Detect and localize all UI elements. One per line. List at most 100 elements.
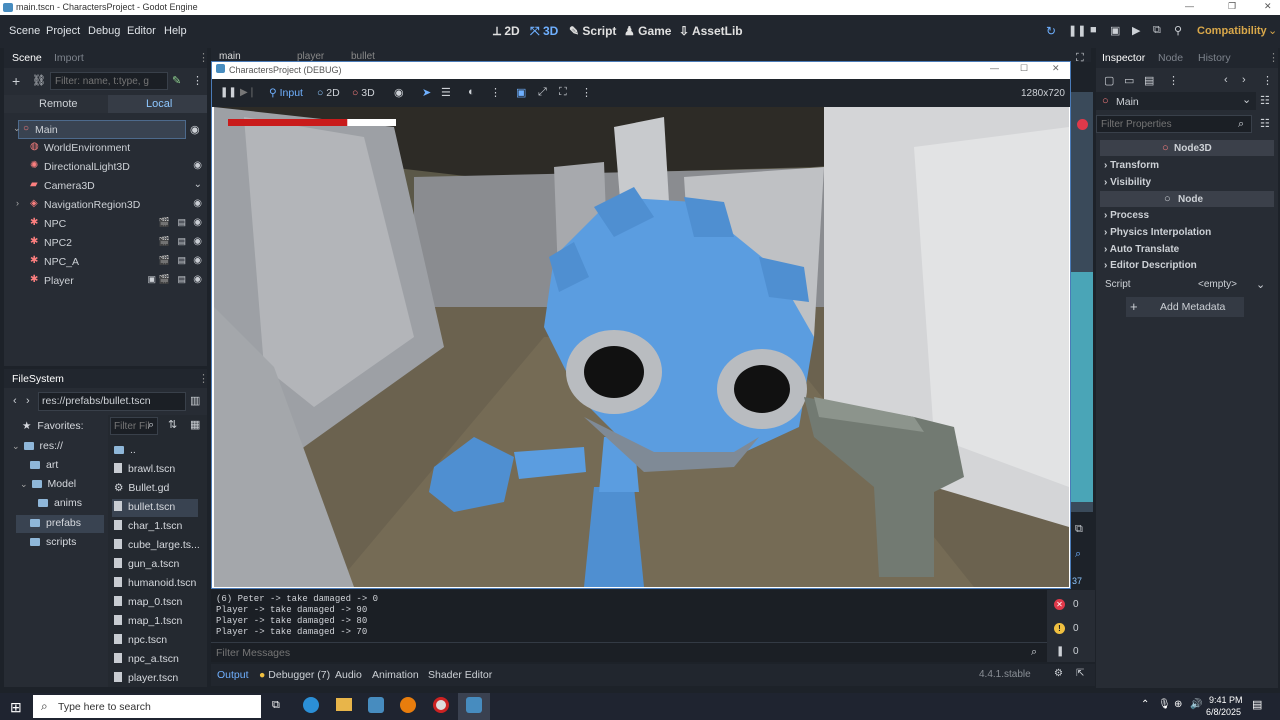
selected-node-name[interactable]: Main <box>1116 96 1139 108</box>
chevron-down-icon[interactable]: ⌄ <box>1242 93 1251 106</box>
section-visibility[interactable]: › Visibility <box>1104 177 1151 188</box>
message-icon[interactable]: ❚ <box>1056 646 1064 657</box>
split-view-icon[interactable]: ▥ <box>190 394 200 407</box>
group-icon[interactable]: ▣ <box>147 274 156 285</box>
play-scene-icon[interactable]: ▶ <box>1132 24 1140 37</box>
add-node-icon[interactable]: + <box>12 73 20 89</box>
minimize-icon[interactable]: — <box>1185 1 1194 11</box>
taskbar-search-box[interactable]: ⌕ Type here to search <box>33 695 261 718</box>
eye-icon[interactable]: ◉ <box>193 236 202 247</box>
save-icon[interactable]: ▤ <box>1144 74 1154 87</box>
file-item[interactable]: humanoid.tscn <box>114 577 196 596</box>
tree-item-player[interactable]: ✱ Player ▣ 🎬 ▤ ◉ <box>12 272 208 291</box>
reload-icon[interactable]: ↻ <box>1046 24 1056 38</box>
script-icon[interactable]: ▤ <box>177 274 186 285</box>
script-attach-icon[interactable]: ✎ <box>172 74 181 87</box>
renderer-select[interactable]: Compatibility <box>1197 25 1267 37</box>
folder-scripts[interactable]: scripts <box>30 536 76 555</box>
play-custom-icon[interactable]: ⧉ <box>1153 24 1161 37</box>
kebab-icon[interactable]: ⋮ <box>1168 74 1179 87</box>
menu-debug[interactable]: Debug <box>88 25 120 37</box>
mode-3d-button[interactable]: ○ 3D <box>352 87 375 99</box>
eye-icon[interactable]: ◉ <box>193 198 202 209</box>
search-icon[interactable]: ⌕ <box>1075 548 1081 561</box>
folder-prefabs[interactable]: prefabs <box>30 517 81 536</box>
script-value[interactable]: <empty> <box>1198 279 1237 290</box>
workspace-script-button[interactable]: ✎ Script <box>569 24 616 38</box>
script-icon[interactable]: ▤ <box>177 255 186 266</box>
sort-icon[interactable]: ⇅ <box>168 418 177 431</box>
tree-item-worldenvironment[interactable]: ◍ WorldEnvironment <box>12 139 208 158</box>
kebab-icon[interactable]: ⋮ <box>581 86 592 99</box>
tree-item-directionallight3d[interactable]: ✺ DirectionalLight3D ◉ <box>12 158 208 177</box>
open-icon[interactable]: ▭ <box>1124 74 1134 87</box>
game-viewport[interactable] <box>214 107 1069 587</box>
chevron-down-icon[interactable]: ⌄ <box>1256 278 1265 291</box>
file-item-parent[interactable]: .. <box>114 444 136 463</box>
clock-date[interactable]: 6/8/2025 <box>1206 707 1241 717</box>
tree-item-npc[interactable]: ✱ NPC 🎬 ▤ ◉ <box>12 215 208 234</box>
remote-button[interactable]: Remote <box>39 98 78 110</box>
workspace-game-button[interactable]: ♟ Game <box>624 24 671 38</box>
file-item[interactable]: brawl.tscn <box>114 463 175 482</box>
tab-audio[interactable]: Audio <box>335 669 362 681</box>
file-explorer-icon[interactable] <box>336 698 352 711</box>
folder-anims[interactable]: anims <box>38 497 82 516</box>
scene-filter-input[interactable] <box>50 72 168 90</box>
back-icon[interactable]: ‹ <box>1224 74 1228 86</box>
input-button[interactable]: ⚲ Input <box>269 87 303 99</box>
scene-instance-icon[interactable]: 🎬 <box>159 274 170 285</box>
obs-icon[interactable] <box>433 697 449 713</box>
eye-icon[interactable]: ◉ <box>190 123 200 136</box>
history-icon[interactable]: ⋮ <box>1262 74 1273 87</box>
tree-item-navigationregion3d[interactable]: › ◈ NavigationRegion3D ◉ <box>12 196 208 215</box>
eye-icon[interactable]: ◉ <box>193 217 202 228</box>
update-spinner-icon[interactable]: ⚙ <box>1054 668 1063 679</box>
file-item[interactable]: npc_a.tscn <box>114 653 179 672</box>
speaker-icon[interactable]: 🔊 <box>1190 699 1202 710</box>
chevron-down-icon[interactable]: ⌄ <box>13 123 21 134</box>
link-icon[interactable]: ⛓ <box>32 74 46 87</box>
stop-icon[interactable]: ■ <box>1090 24 1097 36</box>
godot-app-icon[interactable] <box>368 697 384 713</box>
folder-art[interactable]: art <box>30 459 58 478</box>
tree-item-npc2[interactable]: ✱ NPC2 🎬 ▤ ◉ <box>12 234 208 253</box>
pause-icon[interactable]: ❚❚ <box>1068 24 1086 37</box>
tab-animation[interactable]: Animation <box>372 669 419 681</box>
eye-icon[interactable]: ◉ <box>193 255 202 266</box>
section-transform[interactable]: › Transform <box>1104 160 1159 171</box>
forward-icon[interactable]: › <box>26 395 30 407</box>
kebab-icon[interactable]: ⋮ <box>192 74 203 87</box>
close-icon[interactable]: ✕ <box>1052 63 1060 74</box>
folder-model[interactable]: ⌄ Model <box>20 478 76 497</box>
menu-project[interactable]: Project <box>46 25 80 37</box>
favorites-item[interactable]: ★ Favorites: <box>22 420 84 439</box>
close-icon[interactable]: ✕ <box>1264 1 1272 12</box>
network-icon[interactable]: ⊕ <box>1174 699 1182 710</box>
error-icon[interactable]: ✕ <box>1054 599 1065 610</box>
task-view-icon[interactable]: ⧉ <box>272 699 280 712</box>
sliders-icon[interactable]: ☷ <box>1260 94 1270 107</box>
tab-shader-editor[interactable]: Shader Editor <box>428 669 492 681</box>
chevron-right-icon[interactable]: › <box>16 198 19 208</box>
add-metadata-button[interactable]: + Add Metadata <box>1126 297 1244 317</box>
path-field[interactable]: res://prefabs/bullet.tscn <box>42 395 151 407</box>
scene-instance-icon[interactable]: 🎬 <box>159 236 170 247</box>
folder-res[interactable]: ⌄ res:// <box>12 440 63 459</box>
grid-view-icon[interactable]: ▦ <box>190 418 200 431</box>
panel-toggle-icon[interactable]: ⧉ <box>1075 523 1083 536</box>
workspace-2d-button[interactable]: ⟂ 2D <box>493 24 520 39</box>
minimize-icon[interactable]: — <box>990 63 999 73</box>
remote-debug-icon[interactable]: ▣ <box>1110 24 1120 37</box>
section-auto-translate[interactable]: › Auto Translate <box>1104 244 1179 255</box>
tab-output[interactable]: Output <box>217 669 249 681</box>
keep-aspect-icon[interactable]: ⤢ <box>538 86 547 99</box>
maximize-icon[interactable]: ☐ <box>1020 63 1028 74</box>
tab-history[interactable]: History <box>1198 52 1231 64</box>
tree-item-main[interactable]: ○ Main <box>18 120 186 139</box>
local-button[interactable]: Local <box>146 98 172 110</box>
blender-icon[interactable] <box>400 697 416 713</box>
file-item[interactable]: player.tscn <box>114 672 178 691</box>
scene-instance-icon[interactable]: 🎬 <box>159 217 170 228</box>
scene-instance-icon[interactable]: 🎬 <box>159 255 170 266</box>
